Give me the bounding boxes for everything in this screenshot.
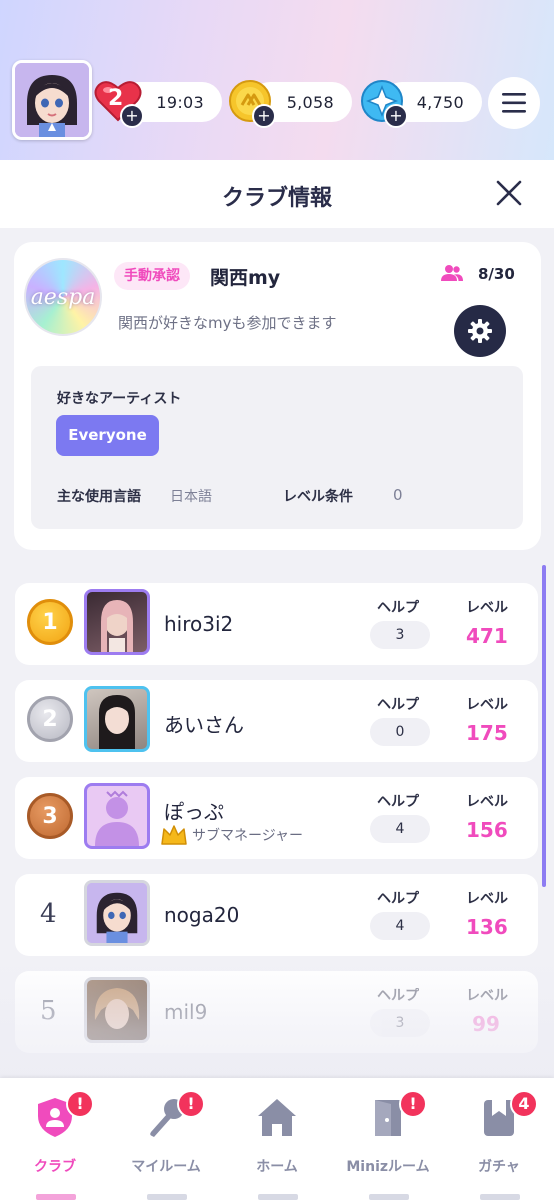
members-icon <box>441 264 463 286</box>
crown-icon <box>161 825 187 845</box>
add-heart-plus-icon[interactable]: + <box>120 104 144 128</box>
menu-button[interactable] <box>488 77 540 129</box>
add-coin-plus-icon[interactable]: + <box>252 104 276 128</box>
settings-button[interactable] <box>454 305 506 357</box>
member-name: noga20 <box>164 903 240 927</box>
panel-title: クラブ情報 <box>221 185 332 210</box>
help-label: ヘルプ <box>377 891 419 907</box>
nav-peek-bar <box>36 1194 76 1200</box>
add-gem-plus-icon[interactable]: + <box>384 104 408 128</box>
avatar-icon <box>15 63 89 137</box>
member-name: hiro3i2 <box>164 612 234 636</box>
language-value: 日本語 <box>170 489 212 505</box>
heart-timer-text: 19:03 <box>156 92 204 112</box>
member-rank: 4 <box>40 899 57 929</box>
bronze-medal-icon: 3 <box>27 793 73 839</box>
member-rank: 2 <box>42 706 58 732</box>
level-label: レベル <box>466 600 508 616</box>
help-label: ヘルプ <box>377 794 419 810</box>
approval-badge: 手動承認 <box>114 262 190 290</box>
member-level: 99 <box>472 1012 500 1036</box>
help-label: ヘルプ <box>377 600 419 616</box>
member-avatar <box>84 589 150 655</box>
help-label: ヘルプ <box>377 988 419 1004</box>
gems-value: 4,750 <box>416 92 464 112</box>
nav-miniz-room[interactable]: ! Minizルーム <box>333 1088 443 1188</box>
member-name: ぽっぷ <box>164 800 224 824</box>
language-label: 主な使用言語 <box>57 489 141 505</box>
member-role: サブマネージャー <box>160 824 303 846</box>
member-count: 8/30 <box>478 265 515 283</box>
nav-gacha-label: ガチャ <box>478 1159 520 1175</box>
help-count: 4 <box>370 815 430 843</box>
member-role-label: サブマネージャー <box>192 828 304 844</box>
panel-header: クラブ情報 <box>0 160 554 228</box>
level-label: レベル <box>466 697 508 713</box>
home-icon <box>258 1099 296 1136</box>
nav-peek-bar <box>258 1194 298 1200</box>
member-level: 471 <box>466 624 508 648</box>
level-requirement-value: 0 <box>393 486 403 504</box>
club-description: 関西が好きなmyも参加できます <box>118 314 337 332</box>
favorite-artist-label: 好きなアーティスト <box>57 391 182 407</box>
club-logo-text: aespa <box>30 284 96 310</box>
player-avatar[interactable] <box>12 60 92 140</box>
close-icon <box>496 180 522 206</box>
member-level: 175 <box>466 721 508 745</box>
club-logo: aespa <box>24 258 102 336</box>
nav-myroom-label: マイルーム <box>131 1159 201 1175</box>
member-avatar <box>84 977 150 1043</box>
help-count: 3 <box>370 1009 430 1037</box>
help-count: 4 <box>370 912 430 940</box>
nav-myroom-badge: ! <box>177 1090 205 1118</box>
member-rank: 5 <box>40 996 57 1026</box>
member-avatar <box>84 783 150 849</box>
nav-peek-bar <box>147 1194 187 1200</box>
member-rank: 1 <box>42 609 58 635</box>
default-avatar-icon <box>95 790 139 846</box>
member-avatar <box>84 880 150 946</box>
help-count: 3 <box>370 621 430 649</box>
nav-peek-bar <box>480 1194 520 1200</box>
member-rank: 3 <box>42 803 58 829</box>
member-avatar <box>84 686 150 752</box>
close-button[interactable] <box>494 178 524 208</box>
member-name: あいさん <box>164 713 244 737</box>
coins-value: 5,058 <box>286 92 334 112</box>
heart-count: 2 <box>108 86 124 111</box>
club-name: 関西my <box>210 267 281 289</box>
nav-miniz-label: Minizルーム <box>346 1159 430 1175</box>
nav-home[interactable]: ホーム <box>222 1088 332 1188</box>
nav-myroom[interactable]: ! マイルーム <box>111 1088 221 1188</box>
nav-club-badge: ! <box>66 1090 94 1118</box>
nav-home-label: ホーム <box>256 1159 298 1175</box>
silver-medal-icon: 2 <box>27 696 73 742</box>
member-level: 156 <box>466 818 508 842</box>
favorite-artist-chip: Everyone <box>56 415 159 456</box>
help-label: ヘルプ <box>377 697 419 713</box>
nav-gacha[interactable]: 4 ガチャ <box>444 1088 554 1188</box>
gold-medal-icon: 1 <box>27 599 73 645</box>
nav-miniz-badge: ! <box>399 1090 427 1118</box>
level-label: レベル <box>466 794 508 810</box>
nav-club[interactable]: ! クラブ <box>0 1088 110 1188</box>
level-requirement-label: レベル条件 <box>283 489 353 505</box>
level-label: レベル <box>466 988 508 1004</box>
hamburger-icon <box>502 93 526 113</box>
level-label: レベル <box>466 891 508 907</box>
gear-icon <box>468 319 492 343</box>
member-level: 136 <box>466 915 508 939</box>
help-count: 0 <box>370 718 430 746</box>
nav-club-label: クラブ <box>34 1159 76 1175</box>
member-name: mil9 <box>164 1000 208 1024</box>
nav-gacha-badge: 4 <box>510 1090 538 1118</box>
nav-peek-bar <box>369 1194 409 1200</box>
member-list-scrollbar[interactable] <box>542 565 546 887</box>
